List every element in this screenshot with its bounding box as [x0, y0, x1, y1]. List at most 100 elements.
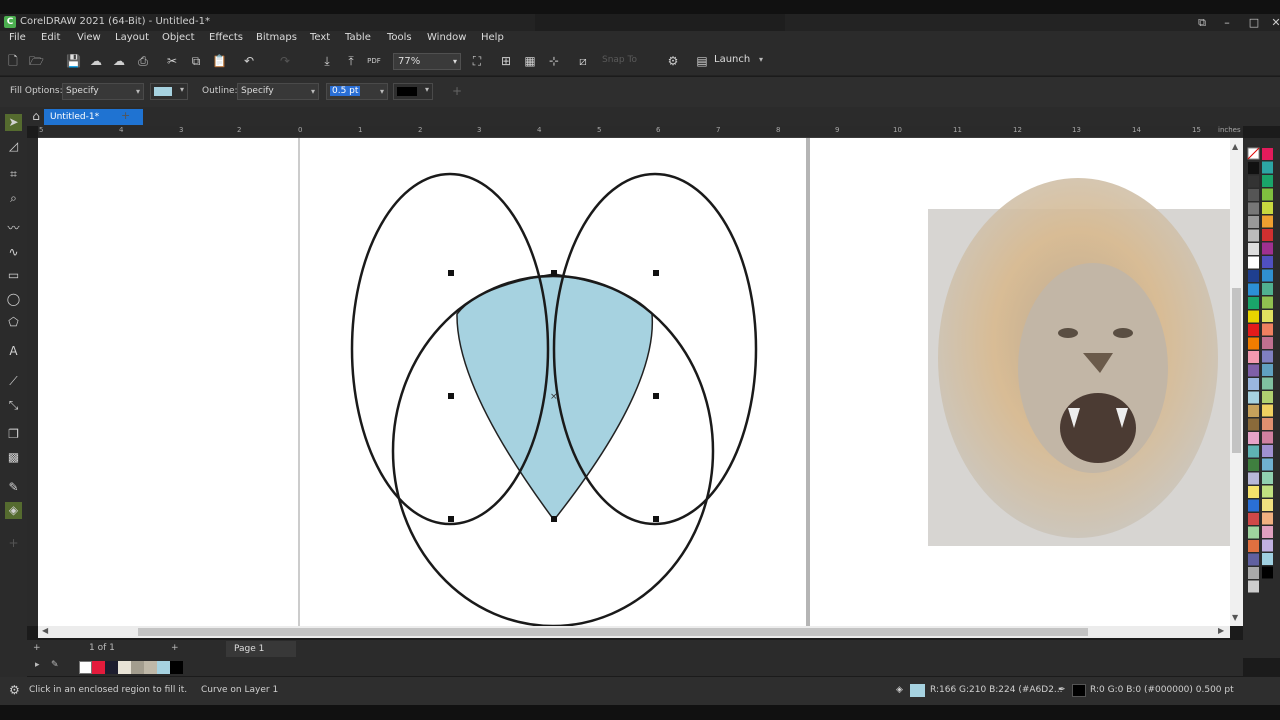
cloud-download-icon[interactable]: ☁: [112, 54, 126, 68]
palette-swatch[interactable]: [1262, 404, 1273, 417]
palette-swatch[interactable]: [1262, 499, 1273, 511]
eyedropper-icon[interactable]: ✎: [5, 479, 22, 496]
cut-icon[interactable]: ✂: [165, 54, 179, 68]
drawing-canvas[interactable]: ×: [38, 138, 1230, 626]
undo-icon[interactable]: ↶: [242, 54, 256, 68]
outline-width-input[interactable]: 0.5 pt ▾: [326, 83, 388, 100]
show-rulers-icon[interactable]: ⊞: [499, 54, 513, 68]
palette-swatch[interactable]: [1248, 310, 1259, 323]
palette-swatch[interactable]: [1248, 162, 1259, 174]
menu-view[interactable]: View: [77, 32, 101, 43]
restore-panel-icon[interactable]: ⧉: [1190, 14, 1214, 31]
full-screen-icon[interactable]: ⛶: [470, 54, 484, 68]
palette-swatch[interactable]: [1262, 566, 1273, 579]
minimize-button[interactable]: –: [1215, 14, 1239, 31]
palette-swatch[interactable]: [1262, 283, 1273, 295]
scroll-left-icon[interactable]: ◀: [42, 626, 48, 635]
palette-swatch[interactable]: [1262, 269, 1273, 282]
palette-swatch[interactable]: [1248, 283, 1259, 296]
import-icon[interactable]: ⤓: [320, 54, 334, 68]
polygon-icon[interactable]: ⬠: [5, 314, 22, 331]
shadow-icon[interactable]: ❐: [5, 426, 22, 443]
add-page-icon[interactable]: +: [33, 643, 41, 653]
smart-fill-icon[interactable]: ◈: [5, 502, 22, 519]
freehand-icon[interactable]: 〰: [5, 220, 22, 237]
palette-swatch[interactable]: [1248, 229, 1259, 242]
text-icon[interactable]: A: [5, 343, 22, 360]
menu-help[interactable]: Help: [481, 32, 504, 43]
scroll-right-icon[interactable]: ▶: [1218, 626, 1224, 635]
zoom-level-select[interactable]: 77% ▾: [393, 53, 461, 70]
palette-swatch[interactable]: [1262, 323, 1273, 336]
palette-swatch[interactable]: [1262, 188, 1273, 201]
publish-pdf-icon[interactable]: PDF: [367, 54, 381, 68]
palette-swatch[interactable]: [1248, 391, 1259, 404]
palette-swatch[interactable]: [1262, 418, 1273, 430]
show-guidelines-icon[interactable]: ⊹: [547, 54, 561, 68]
horizontal-scrollbar[interactable]: ◀ ▶: [38, 626, 1230, 638]
palette-swatch[interactable]: [1248, 256, 1259, 269]
palette-swatch[interactable]: [1262, 364, 1273, 376]
palette-swatch[interactable]: [1248, 580, 1259, 593]
palette-swatch[interactable]: [1248, 324, 1259, 336]
doc-color-swatch[interactable]: [118, 661, 131, 674]
palette-swatch[interactable]: [1248, 405, 1259, 417]
palette-swatch[interactable]: [1248, 351, 1259, 363]
palette-swatch[interactable]: [1248, 364, 1259, 377]
doc-color-swatch[interactable]: [131, 661, 144, 674]
palette-swatch[interactable]: [1262, 175, 1273, 187]
blend-icon[interactable]: ⤡: [5, 397, 22, 414]
palette-swatch[interactable]: [1248, 216, 1259, 228]
horizontal-scroll-thumb[interactable]: [138, 628, 1088, 636]
open-folder-icon[interactable]: 🗁: [29, 54, 44, 68]
palette-swatch[interactable]: [1248, 189, 1259, 201]
menu-object[interactable]: Object: [162, 32, 195, 43]
palette-swatch[interactable]: [1262, 256, 1273, 268]
palette-swatch[interactable]: [1248, 270, 1259, 282]
eyedropper-icon[interactable]: ✎: [51, 660, 59, 670]
menu-layout[interactable]: Layout: [115, 32, 149, 43]
scroll-down-icon[interactable]: ▼: [1232, 613, 1238, 622]
palette-swatch[interactable]: [1262, 229, 1273, 241]
menu-window[interactable]: Window: [427, 32, 466, 43]
menu-file[interactable]: File: [9, 32, 26, 43]
home-icon[interactable]: ⌂: [29, 109, 43, 123]
menu-table[interactable]: Table: [345, 32, 371, 43]
fill-color-picker[interactable]: ▾: [150, 83, 188, 100]
add-page-after-icon[interactable]: +: [171, 643, 179, 653]
paste-icon[interactable]: 📋: [212, 54, 227, 68]
palette-swatch[interactable]: [1262, 458, 1273, 471]
vertical-scrollbar[interactable]: ▲ ▼: [1230, 138, 1243, 626]
launch-button[interactable]: Launch: [714, 54, 750, 65]
snap-off-icon[interactable]: ⧄: [576, 54, 590, 68]
doc-color-swatch[interactable]: [105, 661, 118, 674]
palette-swatch[interactable]: [1248, 540, 1259, 552]
palette-swatch[interactable]: [1262, 512, 1273, 525]
transparency-icon[interactable]: ▩: [5, 449, 22, 466]
menu-tools[interactable]: Tools: [387, 32, 412, 43]
vertical-scroll-thumb[interactable]: [1232, 288, 1241, 453]
palette-swatch[interactable]: [1262, 161, 1273, 174]
palette-swatch[interactable]: [1248, 513, 1259, 525]
maximize-button[interactable]: □: [1242, 14, 1266, 31]
palette-swatch[interactable]: [1262, 242, 1273, 255]
palette-swatch[interactable]: [1262, 296, 1273, 309]
palette-swatch[interactable]: [1262, 431, 1273, 444]
menu-text[interactable]: Text: [310, 32, 330, 43]
zoom-icon[interactable]: ⌕: [5, 190, 22, 207]
doc-color-swatch[interactable]: [144, 661, 157, 674]
palette-swatch[interactable]: [1262, 310, 1273, 322]
palette-swatch[interactable]: [1262, 526, 1273, 538]
page-tab[interactable]: Page 1: [226, 641, 296, 657]
add-tool-icon[interactable]: +: [5, 535, 22, 552]
palette-swatch[interactable]: [1248, 472, 1259, 485]
palette-swatch[interactable]: [1262, 350, 1273, 363]
palette-swatch[interactable]: [1262, 472, 1273, 484]
palette-swatch[interactable]: [1262, 553, 1273, 565]
menu-bitmaps[interactable]: Bitmaps: [256, 32, 297, 43]
gear-icon[interactable]: ⚙: [9, 683, 20, 697]
expand-palette-icon[interactable]: ▸: [35, 660, 40, 670]
menu-effects[interactable]: Effects: [209, 32, 243, 43]
save-icon[interactable]: 💾: [66, 54, 81, 68]
new-tab-icon[interactable]: +: [121, 109, 130, 122]
